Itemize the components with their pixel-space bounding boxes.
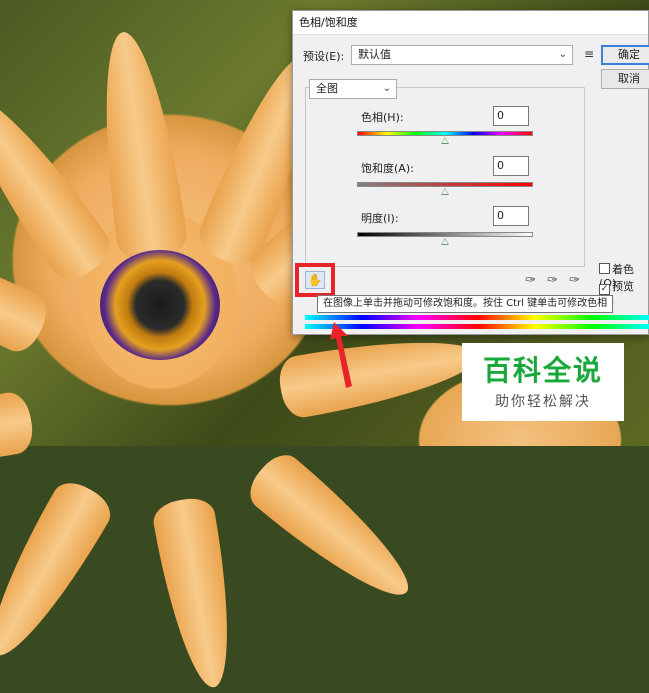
watermark-title: 百科全说 bbox=[482, 354, 603, 387]
saturation-slider-thumb[interactable] bbox=[441, 188, 449, 195]
chevron-down-icon: ⌄ bbox=[558, 49, 567, 60]
lightness-label: 明度(I): bbox=[361, 212, 399, 225]
hue-slider-thumb[interactable] bbox=[441, 137, 449, 144]
eyedropper-icon[interactable]: ✑ bbox=[525, 273, 536, 288]
chevron-down-icon: ⌄ bbox=[382, 83, 391, 94]
preset-label: 预设(E): bbox=[303, 50, 345, 63]
petal bbox=[88, 27, 190, 265]
watermark-subtitle: 助你轻松解决 bbox=[495, 394, 591, 410]
petal bbox=[0, 474, 118, 671]
hand-tool-highlight[interactable]: ✋ bbox=[295, 263, 335, 297]
red-arrow-annotation bbox=[330, 322, 352, 388]
colorize-check-box[interactable] bbox=[599, 263, 610, 274]
dialog-title-bar[interactable]: 色相/饱和度 bbox=[293, 11, 648, 35]
preset-row: 预设(E): 默认值 ⌄ ≡ bbox=[303, 45, 603, 67]
petal bbox=[241, 446, 427, 616]
dialog-title: 色相/饱和度 bbox=[299, 16, 358, 29]
preview-check-box[interactable]: ✓ bbox=[599, 284, 610, 295]
saturation-slider-track[interactable] bbox=[357, 182, 533, 187]
hue-label: 色相(H): bbox=[361, 111, 404, 124]
watermark: 百科全说 助你轻松解决 bbox=[462, 343, 624, 421]
petal bbox=[0, 79, 119, 289]
saturation-input[interactable]: 0 bbox=[493, 156, 529, 176]
hue-saturation-dialog: 色相/饱和度 预设(E): 默认值 ⌄ ≡ 确定 取消 全图 ⌄ 色相(H): … bbox=[292, 10, 649, 335]
petal bbox=[150, 494, 245, 693]
petal bbox=[0, 389, 37, 484]
eyedropper-minus-icon[interactable]: ✑ bbox=[569, 273, 580, 288]
list-settings-icon[interactable]: ≡ bbox=[584, 47, 594, 61]
preset-select[interactable]: 默认值 ⌄ bbox=[351, 45, 573, 65]
petal bbox=[275, 324, 484, 421]
channel-value: 全图 bbox=[316, 82, 338, 95]
hand-adjust-icon[interactable]: ✋ bbox=[305, 271, 325, 289]
tooltip: 在图像上单击并拖动可修改饱和度。按住 Ctrl 键单击可修改色相 bbox=[317, 295, 614, 313]
saturation-label: 饱和度(A): bbox=[361, 162, 414, 175]
lightness-slider-track[interactable] bbox=[357, 232, 533, 237]
lightness-input[interactable]: 0 bbox=[493, 206, 529, 226]
hue-slider-track[interactable] bbox=[357, 131, 533, 136]
color-bar-top bbox=[305, 315, 649, 320]
ok-button[interactable]: 确定 bbox=[601, 45, 649, 65]
eyedropper-plus-icon[interactable]: ✑ bbox=[547, 273, 558, 288]
lightness-slider-thumb[interactable] bbox=[441, 238, 449, 245]
hue-input[interactable]: 0 bbox=[493, 106, 529, 126]
cancel-button[interactable]: 取消 bbox=[601, 69, 649, 89]
channel-select[interactable]: 全图 ⌄ bbox=[309, 79, 397, 99]
preset-value: 默认值 bbox=[358, 48, 391, 61]
flower-center bbox=[100, 250, 220, 360]
